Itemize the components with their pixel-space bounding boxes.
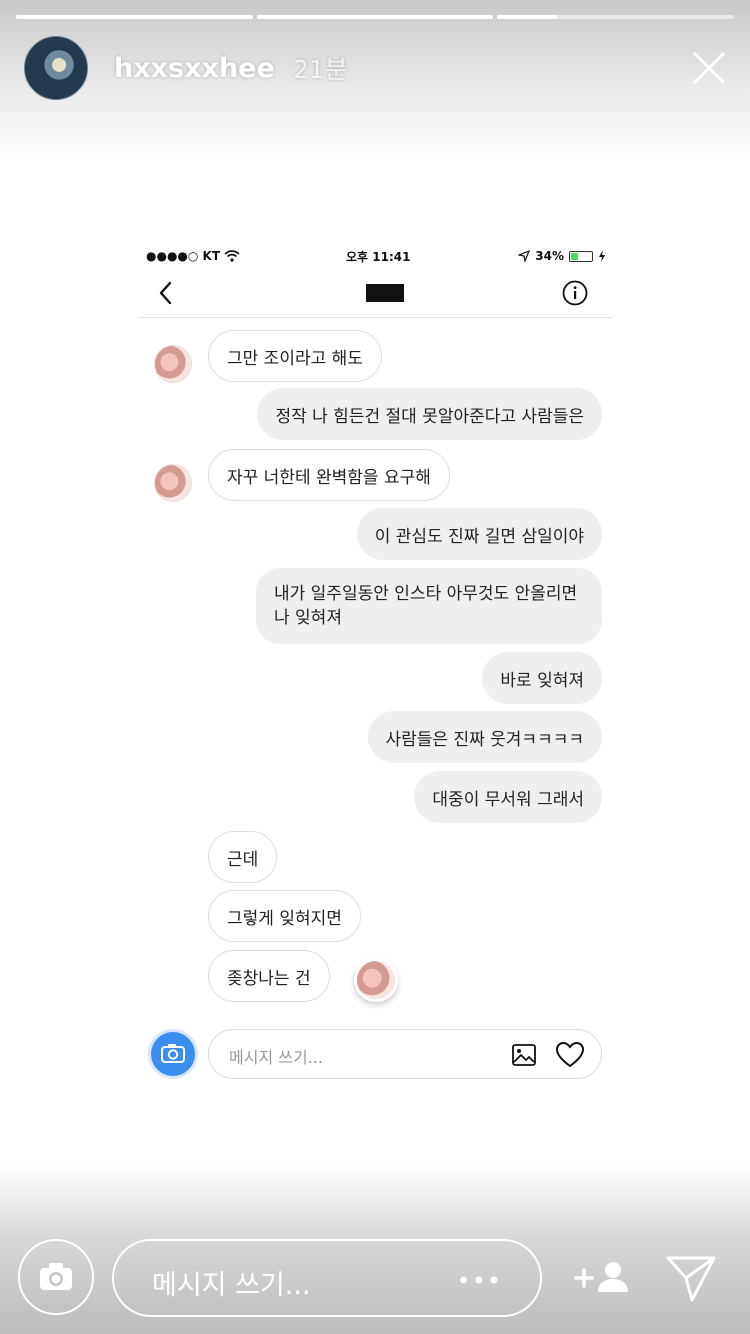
shared-screenshot: ●●●●○ KT 오후 11:41 34% 그만 조이라고 해도 정작 나 힘든… <box>138 244 612 1084</box>
message-bubble-them: 근데 <box>208 831 278 883</box>
camera-icon <box>161 1044 185 1063</box>
gallery-icon[interactable] <box>511 1042 537 1068</box>
message-bubble-me: 정작 나 힘든건 절대 못알아준다고 사람들은 <box>257 388 602 440</box>
message-bubble-me: 대중이 무서워 그래서 <box>414 771 602 823</box>
progress-fill <box>16 15 253 19</box>
message-placeholder: 메시지 쓰기... <box>229 1048 323 1067</box>
message-bubble-me: 사람들은 진짜 웃겨ㅋㅋㅋㅋ <box>367 711 602 763</box>
wifi-icon <box>224 250 240 262</box>
camera-icon <box>40 1263 72 1290</box>
battery-level <box>571 252 578 260</box>
carrier-label: ●●●●○ KT <box>146 249 221 263</box>
redacted-name <box>366 284 404 302</box>
progress-segment <box>256 15 494 19</box>
status-bar: ●●●●○ KT 오후 11:41 34% <box>138 244 612 268</box>
close-icon[interactable] <box>692 51 726 85</box>
avatar <box>154 464 192 502</box>
message-input[interactable]: 메시지 쓰기... <box>208 1029 602 1079</box>
add-friend-icon[interactable] <box>572 1258 632 1298</box>
location-icon <box>518 250 531 262</box>
story-reply-placeholder: 메시지 쓰기... <box>152 1270 311 1301</box>
story-progress <box>16 15 735 19</box>
story-header: hxxsxxhee 21분 <box>24 35 726 101</box>
story-username[interactable]: hxxsxxhee <box>114 53 275 84</box>
status-left: ●●●●○ KT <box>146 249 240 263</box>
message-bubble-them: 자꾸 너한테 완벽함을 요구해 <box>208 449 450 501</box>
status-time: 오후 11:41 <box>346 249 411 264</box>
heart-icon[interactable] <box>555 1041 585 1069</box>
progress-fill <box>497 15 557 19</box>
avatar <box>154 345 192 383</box>
progress-fill <box>256 15 494 19</box>
message-bubble-me: 이 관심도 진짜 길면 삼일이야 <box>356 508 602 560</box>
message-bubble-me: 내가 일주일동안 인스타 아무것도 안올리면 나 잊혀져 <box>256 568 602 644</box>
charging-icon <box>599 250 605 262</box>
message-bubble-me: 바로 잊혀져 <box>482 652 602 704</box>
back-icon[interactable] <box>156 280 176 306</box>
camera-button[interactable] <box>148 1029 198 1079</box>
status-right: 34% <box>518 249 606 263</box>
story-timestamp: 21분 <box>292 55 348 84</box>
story-reply-input[interactable]: 메시지 쓰기... ••• <box>112 1239 542 1317</box>
message-bubble-them: 그만 조이라고 해도 <box>208 330 382 382</box>
battery-percent: 34% <box>535 249 564 263</box>
send-icon[interactable] <box>664 1254 718 1304</box>
message-bubble-them: 좆창나는 건 <box>208 950 330 1002</box>
message-bubble-them: 그렇게 잊혀지면 <box>208 890 361 942</box>
progress-segment <box>497 15 735 19</box>
dm-nav-bar <box>138 268 612 318</box>
progress-segment <box>16 15 253 19</box>
dm-composer: 메시지 쓰기... <box>138 1027 612 1081</box>
avatar[interactable] <box>24 36 88 100</box>
typing-avatar <box>354 958 398 1002</box>
story-camera-button[interactable] <box>18 1239 94 1315</box>
more-options-icon[interactable]: ••• <box>457 1267 502 1295</box>
battery-icon <box>569 250 593 262</box>
info-icon[interactable] <box>562 280 588 306</box>
